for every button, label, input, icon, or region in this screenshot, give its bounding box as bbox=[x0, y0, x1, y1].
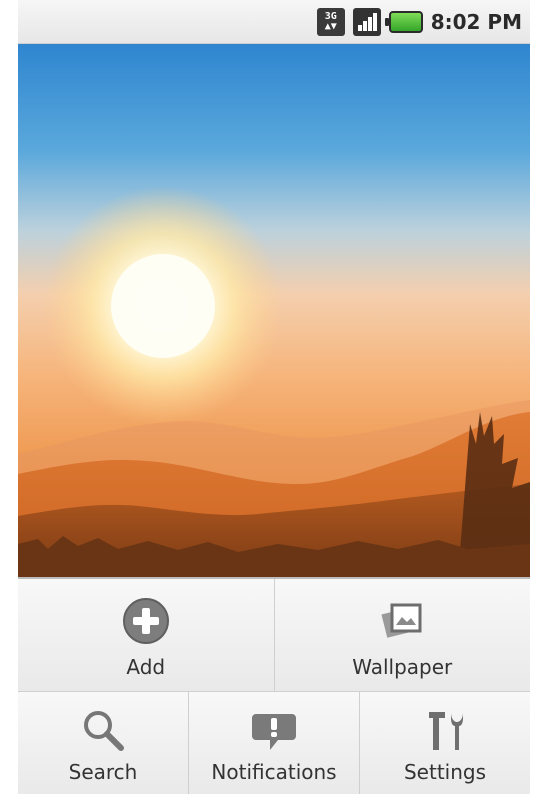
3g-data-icon: 3G ▲▼ bbox=[316, 8, 345, 36]
settings-label: Settings bbox=[403, 760, 487, 784]
wallpaper-icon bbox=[381, 603, 422, 638]
status-bar[interactable]: 3G ▲▼ 8:02 PM bbox=[18, 0, 530, 44]
battery-icon bbox=[384, 11, 423, 33]
menu-row-top: Add Wallpaper bbox=[18, 579, 530, 692]
wallpaper-label: Wallpaper bbox=[352, 655, 453, 679]
add-icon bbox=[122, 598, 169, 644]
android-home-screen: 3G ▲▼ 8:02 PM Add Wallpaper Search Notif… bbox=[18, 0, 530, 794]
sun bbox=[111, 254, 215, 358]
options-menu: Add Wallpaper Search Notifications Setti… bbox=[18, 577, 530, 794]
network-activity-label: ▲▼ bbox=[324, 21, 337, 32]
settings-icon bbox=[429, 712, 463, 750]
clock: 8:02 PM bbox=[430, 10, 522, 34]
add-menu-item[interactable]: Add bbox=[18, 579, 275, 691]
signal-strength-icon bbox=[352, 8, 381, 36]
menu-row-bottom: Search Notifications Settings bbox=[18, 692, 530, 794]
add-label: Add bbox=[126, 655, 166, 679]
notifications-icon bbox=[252, 714, 296, 750]
search-icon bbox=[84, 711, 124, 751]
notifications-menu-item[interactable]: Notifications bbox=[189, 692, 360, 794]
settings-menu-item[interactable]: Settings bbox=[360, 692, 530, 794]
home-wallpaper[interactable] bbox=[18, 44, 530, 577]
status-icons: 3G ▲▼ 8:02 PM bbox=[316, 0, 522, 44]
search-menu-item[interactable]: Search bbox=[18, 692, 189, 794]
search-label: Search bbox=[68, 760, 138, 784]
notifications-label: Notifications bbox=[211, 760, 337, 784]
sunset-mountains-image bbox=[18, 186, 530, 577]
wallpaper-menu-item[interactable]: Wallpaper bbox=[274, 579, 530, 691]
